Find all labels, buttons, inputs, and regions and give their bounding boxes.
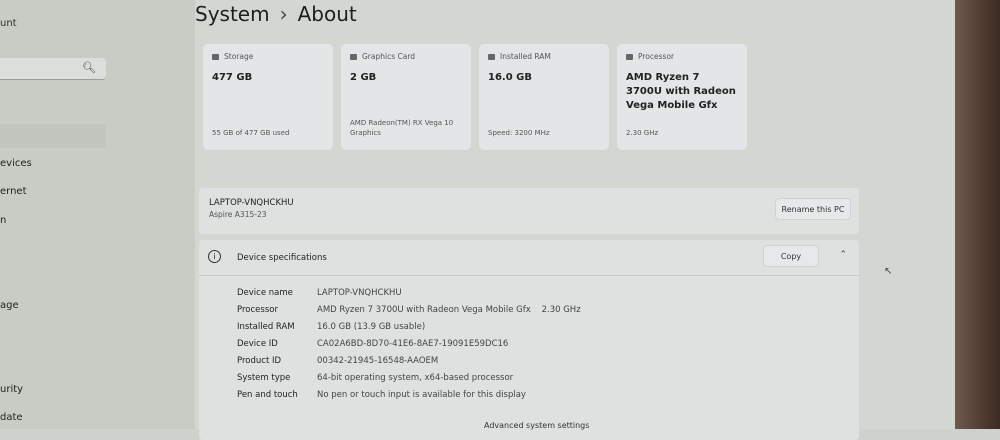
card-sub: AMD Radeon(TM) RX Vega 10 Graphics (350, 119, 454, 137)
card-label: Processor (638, 52, 675, 61)
graphics-card-icon (350, 53, 357, 60)
card-value: 16.0 GB (488, 72, 532, 83)
device-specifications-header[interactable]: i Device specifications Copy ⌃ (199, 240, 859, 276)
graphics-card-card[interactable]: Graphics Card 2 GB AMD Radeon(TM) RX Veg… (341, 44, 471, 150)
card-label: Installed RAM (500, 52, 551, 61)
spec-key: Pen and touch (237, 390, 298, 400)
main-content: System › About Storage 477 GB 55 GB of 477… (195, 0, 955, 440)
spec-key: Product ID (237, 356, 282, 366)
breadcrumb: System › About (195, 2, 357, 26)
spec-key: Device name (237, 288, 293, 298)
sidebar: unt 🔍︎ evices ernet n age urity date (0, 0, 195, 429)
spec-value: 16.0 GB (13.9 GB usable) (317, 322, 426, 332)
page-title: About (297, 2, 357, 26)
rename-pc-button[interactable]: Rename this PC (775, 198, 851, 220)
processor-icon (626, 53, 633, 60)
card-label: Graphics Card (362, 52, 416, 61)
spec-key: System type (237, 373, 291, 383)
ram-card[interactable]: Installed RAM 16.0 GB Speed: 3200 MHz (479, 44, 609, 150)
sidebar-item-devices[interactable]: evices (0, 158, 32, 169)
table-row: System type 64-bit operating system, x64-… (237, 373, 581, 390)
spec-value: LAPTOP-VNQHCKHU (317, 288, 402, 298)
copy-button[interactable]: Copy (763, 245, 819, 267)
table-row: Installed RAM 16.0 GB (13.9 GB usable) (237, 322, 581, 339)
breadcrumb-system[interactable]: System (195, 2, 270, 26)
spec-value: CA02A6BD-8D70-41E6-8AE7-19091E59DC16 (317, 339, 509, 349)
sidebar-item-update[interactable]: date (0, 412, 23, 423)
ram-icon (488, 53, 495, 60)
sidebar-item-personalization[interactable]: n (0, 215, 6, 226)
card-value: AMD Ryzen 7 3700U with Radeon Vega Mobil… (626, 72, 736, 111)
spec-value: 00342-21945-16548-AAOEM (317, 356, 439, 366)
spec-key: Device ID (237, 339, 278, 349)
info-icon: i (208, 250, 221, 263)
table-row: Device ID CA02A6BD-8D70-41E6-8AE7-19091E5… (237, 339, 581, 356)
storage-icon (212, 53, 219, 60)
sidebar-item-network[interactable]: ernet (0, 186, 27, 197)
storage-card[interactable]: Storage 477 GB 55 GB of 477 GB used (203, 44, 333, 150)
chevron-up-icon[interactable]: ⌃ (839, 250, 847, 260)
section-title: Device specifications (237, 253, 327, 263)
card-sub: 2.30 GHz (626, 128, 659, 137)
search-icon[interactable]: 🔍︎ (82, 61, 96, 74)
card-value: 477 GB (212, 72, 253, 83)
spec-cards: Storage 477 GB 55 GB of 477 GB used Grap… (203, 44, 747, 150)
spec-value: AMD Ryzen 7 3700U with Radeon Vega Mobil… (317, 305, 581, 315)
device-specifications-panel: i Device specifications Copy ⌃ Device na… (199, 240, 859, 440)
pc-name-row: LAPTOP-VNQHCKHU Aspire A315-23 Rename th… (199, 188, 859, 234)
table-row: Device name LAPTOP-VNQHCKHU (237, 288, 581, 305)
sidebar-item-selected[interactable] (0, 124, 106, 148)
specs-table: Device name LAPTOP-VNQHCKHU Processor AMD … (237, 288, 581, 407)
sidebar-item-security[interactable]: urity (0, 384, 23, 395)
card-sub: Speed: 3200 MHz (488, 128, 550, 137)
spec-value: No pen or touch input is available for t… (317, 390, 526, 400)
card-label: Storage (224, 52, 254, 61)
screen-bezel (955, 0, 1000, 429)
spec-key: Installed RAM (237, 322, 295, 332)
spec-value: 64-bit operating system, x64-based proce… (317, 373, 514, 383)
table-row: Processor AMD Ryzen 7 3700U with Radeon V… (237, 305, 581, 322)
breadcrumb-separator: › (279, 2, 288, 26)
search-input[interactable]: 🔍︎ (0, 58, 106, 80)
card-sub: 55 GB of 477 GB used (212, 128, 290, 137)
mouse-cursor-icon: ↖ (884, 266, 893, 277)
card-value: 2 GB (350, 72, 377, 83)
processor-card[interactable]: Processor AMD Ryzen 7 3700U with Radeon … (617, 44, 747, 150)
table-row: Product ID 00342-21945-16548-AAOEM (237, 356, 581, 373)
spec-key: Processor (237, 305, 278, 315)
account-label[interactable]: unt (0, 18, 17, 29)
table-row: Pen and touch No pen or touch input is av… (237, 390, 581, 407)
sidebar-item-language[interactable]: age (0, 300, 19, 311)
pc-model: Aspire A315-23 (209, 210, 267, 219)
pc-name: LAPTOP-VNQHCKHU (209, 198, 294, 208)
